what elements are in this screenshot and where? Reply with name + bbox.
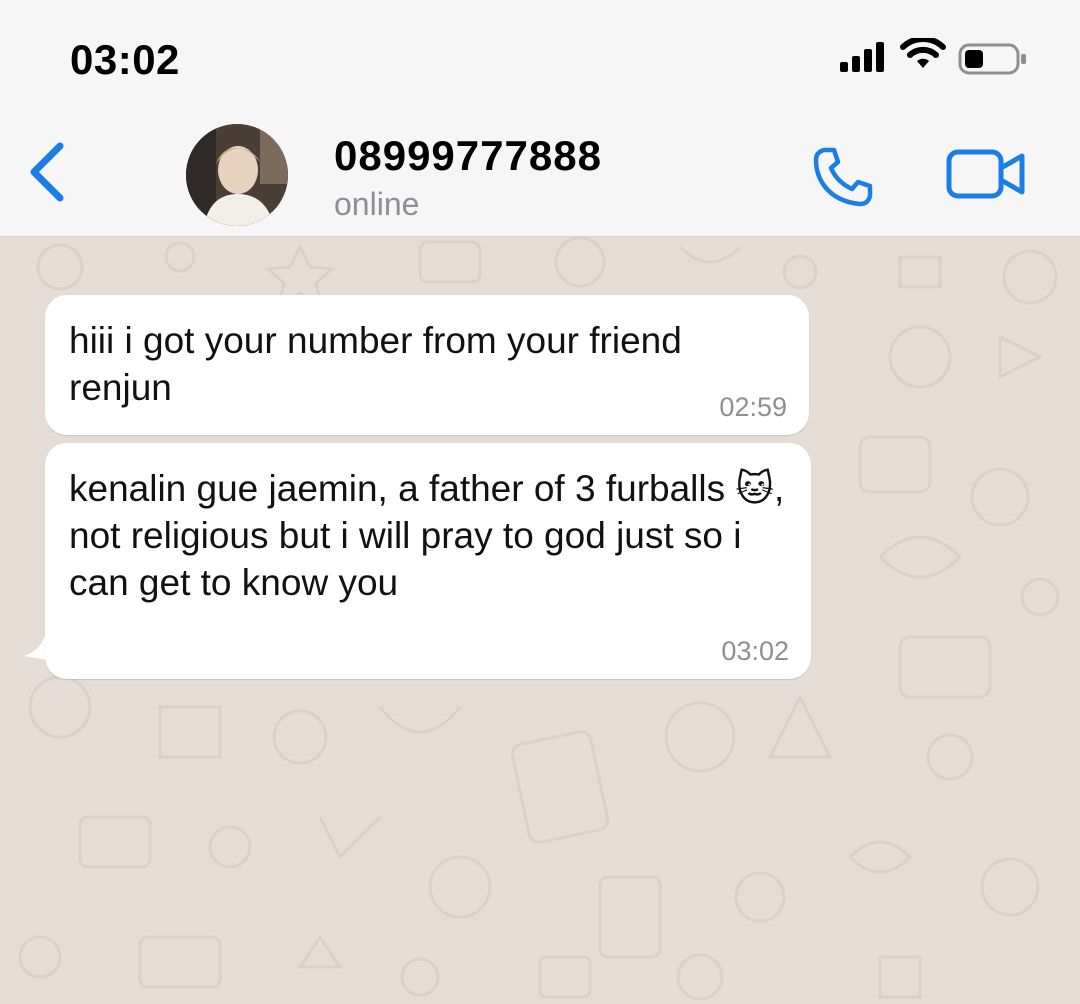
video-button[interactable] (946, 148, 1026, 200)
phone-icon (813, 147, 873, 207)
message-bubble[interactable]: hiii i got your number from your friend … (45, 295, 809, 435)
chat-header: 08999777888 online (0, 110, 1080, 237)
status-bar: 03:02 (0, 0, 1080, 110)
message-bubble[interactable]: kenalin gue jaemin, a father of 3 furbal… (45, 443, 811, 679)
avatar[interactable] (186, 124, 288, 226)
video-camera-icon (946, 149, 1025, 199)
call-button[interactable] (810, 144, 876, 210)
message-text: hiii i got your number from your friend … (69, 320, 693, 408)
message-text: kenalin gue jaemin, a father of 3 furbal… (69, 468, 795, 603)
contact-name[interactable]: 08999777888 (334, 132, 602, 180)
message-time: 02:59 (719, 392, 787, 422)
message-time: 03:02 (721, 636, 789, 666)
wifi-icon (900, 38, 946, 68)
avatar-image (186, 124, 288, 226)
signal-icon (840, 42, 884, 72)
chevron-left-icon (30, 142, 64, 202)
contact-status: online (334, 186, 420, 222)
status-time: 03:02 (70, 36, 180, 83)
chat-area[interactable]: hiii i got your number from your friend … (0, 237, 1080, 1004)
battery-icon (958, 43, 1026, 75)
back-button[interactable] (22, 140, 72, 204)
